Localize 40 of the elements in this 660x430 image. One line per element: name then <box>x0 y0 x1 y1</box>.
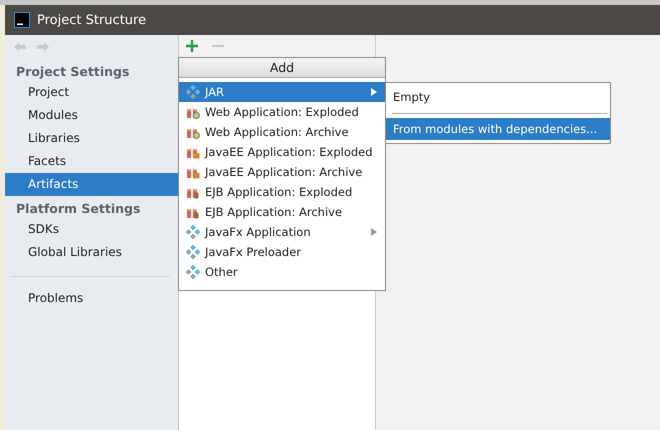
menu-item[interactable]: EJB Application: Archive <box>179 202 385 222</box>
window-title: Project Structure <box>37 12 146 28</box>
sidebar-item[interactable]: Problems <box>5 287 178 310</box>
add-icon[interactable] <box>186 40 198 52</box>
gift-box-icon <box>186 185 200 199</box>
diamond-icon <box>186 85 200 99</box>
menu-item[interactable]: EJB Application: Exploded <box>179 182 385 202</box>
diamond-icon <box>186 225 200 239</box>
gift-box-icon <box>186 205 200 219</box>
app-logo-icon <box>14 12 30 28</box>
menu-item[interactable]: JavaFx Application <box>179 222 385 242</box>
section-heading: Platform Settings <box>15 200 142 218</box>
gift-box-icon <box>186 125 200 139</box>
diamond-icon <box>186 265 200 279</box>
menu-item[interactable]: JavaEE Application: Exploded <box>179 142 385 162</box>
sidebar-item[interactable]: Facets <box>5 150 178 173</box>
sidebar-item[interactable]: Artifacts <box>5 173 178 196</box>
sidebar-item[interactable]: Modules <box>5 104 178 127</box>
diamond-icon <box>186 245 200 259</box>
sidebar-item[interactable]: Project <box>5 81 178 104</box>
sidebar-item[interactable]: SDKs <box>5 218 178 241</box>
gift-box-icon <box>186 145 200 159</box>
submenu-arrow-icon <box>371 228 377 236</box>
gift-box-icon <box>186 165 200 179</box>
menu-item[interactable]: From modules with dependencies... <box>386 118 610 140</box>
menu-item[interactable]: Other <box>179 262 385 282</box>
menu-item[interactable]: Web Application: Exploded <box>179 102 385 122</box>
menu-item[interactable]: JavaFx Preloader <box>179 242 385 262</box>
back-arrow-icon[interactable] <box>13 41 27 53</box>
gift-box-icon <box>186 105 200 119</box>
menu-item[interactable]: JavaEE Application: Archive <box>179 162 385 182</box>
menu-title: Add <box>179 58 385 78</box>
menu-item[interactable]: Empty <box>386 86 610 108</box>
sidebar-item[interactable]: Global Libraries <box>5 241 178 264</box>
section-heading: Project Settings <box>15 63 130 81</box>
sidebar-item[interactable]: Libraries <box>5 127 178 150</box>
menu-item[interactable]: Web Application: Archive <box>179 122 385 142</box>
menu-item[interactable]: JAR <box>179 82 385 102</box>
submenu-arrow-icon <box>371 88 377 96</box>
forward-arrow-icon[interactable] <box>36 41 50 53</box>
